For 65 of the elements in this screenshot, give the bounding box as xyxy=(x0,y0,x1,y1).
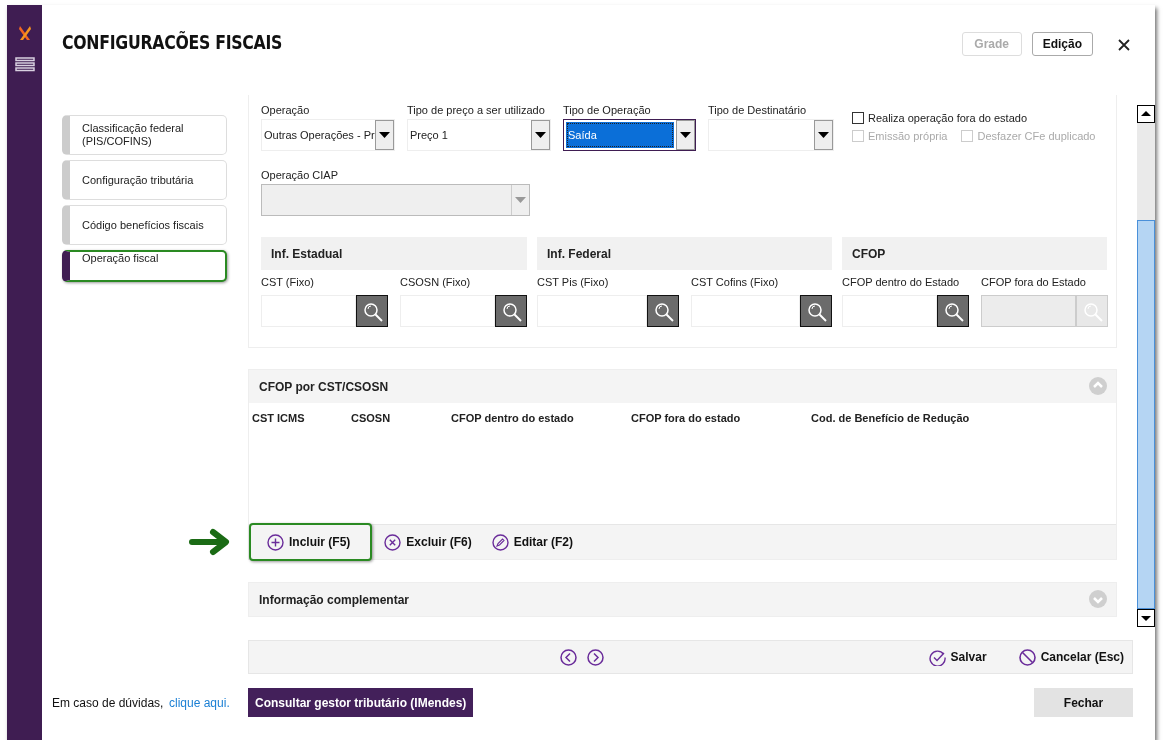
dropdown[interactable]: Saída xyxy=(563,119,696,151)
plus-icon xyxy=(267,533,284,551)
search-button[interactable] xyxy=(495,295,527,327)
scrollbar[interactable] xyxy=(1137,105,1155,627)
dropdown[interactable]: Preço 1 xyxy=(407,119,551,151)
field-label: Tipo de Operação xyxy=(563,104,652,118)
menu-icon[interactable] xyxy=(14,57,35,73)
close-button[interactable]: Fechar xyxy=(1034,688,1133,717)
column-header: Cod. de Benefício de Redução xyxy=(811,412,971,424)
section-title: Informação complementar xyxy=(259,592,410,607)
group-title: Inf. Federal xyxy=(547,246,611,261)
previous-icon[interactable] xyxy=(560,648,577,666)
logo-icon xyxy=(17,25,32,41)
toolbar-button[interactable]: Cancelar (Esc) xyxy=(1010,642,1132,672)
column-header: CFOP fora do estado xyxy=(631,412,742,424)
caret-icon xyxy=(515,197,526,203)
group-title: Inf. Estadual xyxy=(271,246,343,261)
sidebar-item[interactable]: Código benefícios fiscais xyxy=(62,205,227,245)
annotation-arrow xyxy=(189,528,231,556)
field-label: Tipo de Destinatário xyxy=(708,104,808,118)
scroll-up-icon[interactable] xyxy=(1137,105,1155,123)
search-button[interactable] xyxy=(356,295,388,327)
sidebar-item[interactable]: Classificação federal (PIS/COFINS) xyxy=(62,115,227,155)
toolbar-button[interactable]: Excluir (F6) xyxy=(376,527,480,557)
field-label: Tipo de preço a ser utilizado xyxy=(407,104,546,118)
field-label: CFOP dentro do Estado xyxy=(842,276,961,290)
window-title: CONFIGURACÕES FISCAIS xyxy=(62,31,284,53)
caret-icon xyxy=(379,132,390,138)
field-label: Operação xyxy=(261,104,311,118)
toolbar-button[interactable]: Editar (F2) xyxy=(483,527,582,557)
pencil-icon xyxy=(491,533,509,551)
cross-icon xyxy=(384,533,402,551)
field-label: Operação CIAP xyxy=(261,169,340,183)
field-label: CFOP fora do Estado xyxy=(981,276,1087,290)
section-title: CFOP por CST/CSOSN xyxy=(259,379,389,394)
field-label: CST Pis (Fixo) xyxy=(537,276,610,290)
column-header: CST ICMS xyxy=(252,412,306,424)
column-header: CFOP dentro do estado xyxy=(451,412,575,424)
help-text: Em caso de dúvidas, xyxy=(52,695,164,710)
checkbox[interactable]: Realiza operação fora do estado xyxy=(852,112,1027,124)
toolbar-button[interactable]: Salvar xyxy=(920,642,995,672)
column-header: CSOSN xyxy=(351,412,392,424)
field-label: CST Cofins (Fixo) xyxy=(691,276,780,290)
consult-button[interactable]: Consultar gestor tributário (IMendes) xyxy=(248,688,474,717)
caret-icon xyxy=(535,132,546,138)
sidebar-item[interactable]: Configuração tributária xyxy=(62,160,227,200)
sidebar-item[interactable]: Operação fiscal xyxy=(62,250,227,282)
prohibited-icon xyxy=(1018,648,1036,666)
group-title: CFOP xyxy=(852,246,886,261)
search-button[interactable] xyxy=(647,295,679,327)
caret-icon xyxy=(680,132,691,138)
caret-icon xyxy=(818,132,829,138)
checkmark-icon xyxy=(928,648,946,666)
help-link[interactable]: clique aqui. xyxy=(169,695,230,710)
next-icon[interactable] xyxy=(587,648,604,666)
toolbar-button[interactable]: Incluir (F5) xyxy=(249,523,373,561)
field-label: CSOSN (Fixo) xyxy=(400,276,472,290)
search-button[interactable] xyxy=(937,295,969,327)
close-icon[interactable] xyxy=(1118,39,1130,51)
scroll-down-icon[interactable] xyxy=(1137,609,1155,627)
view-button[interactable]: Edição xyxy=(1031,32,1093,56)
dropdown[interactable]: Outras Operações - Pr xyxy=(261,119,395,151)
field-label: CST (Fixo) xyxy=(261,276,315,290)
search-button[interactable] xyxy=(800,295,832,327)
scroll-thumb[interactable] xyxy=(1137,220,1155,609)
